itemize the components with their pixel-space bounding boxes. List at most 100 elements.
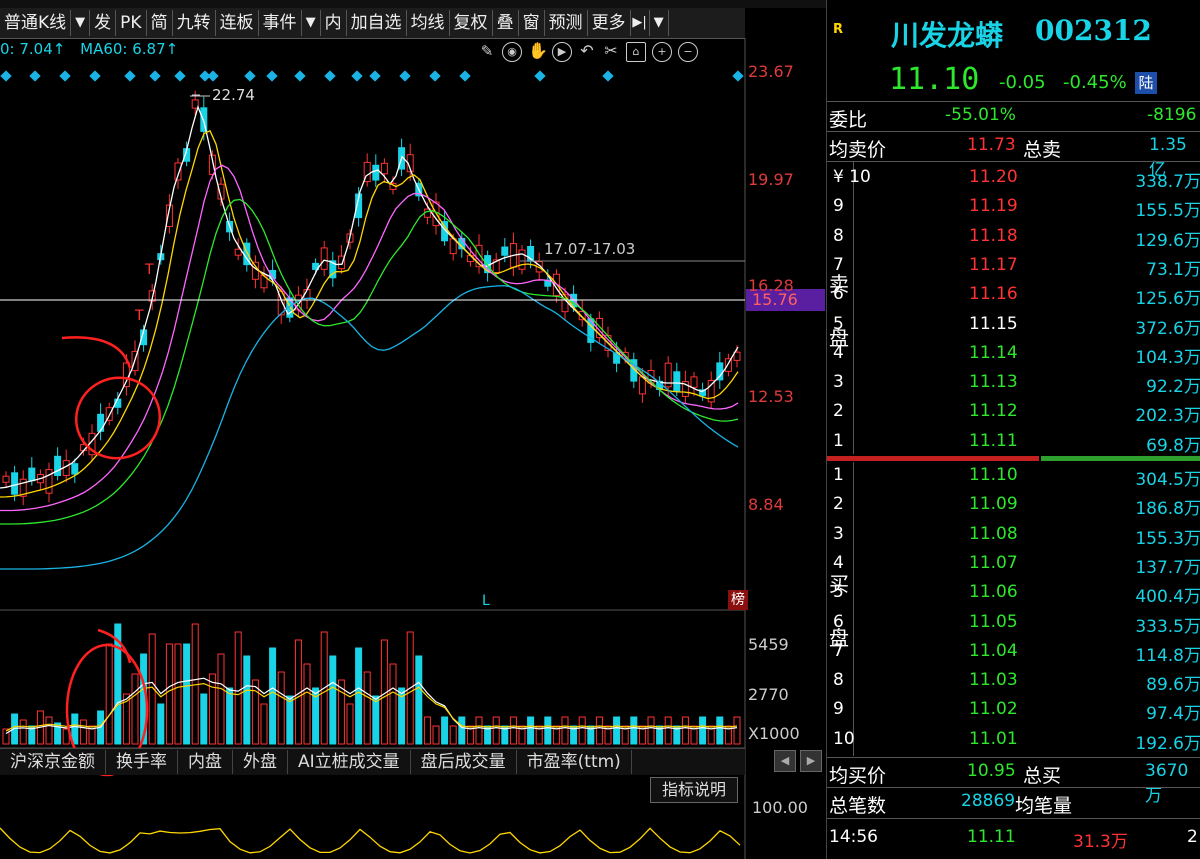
total-sell-label: 总卖 xyxy=(1023,139,1062,161)
buy-order-row[interactable]: 4 11.07 137.7万 xyxy=(827,550,1200,579)
events-dropdown[interactable]: ▼ xyxy=(302,10,321,36)
signal-diamond xyxy=(732,70,744,82)
volume-bar xyxy=(449,725,457,745)
candle-body xyxy=(191,99,199,109)
volume-bar xyxy=(681,716,689,745)
kline-type-dropdown[interactable]: ▼ xyxy=(71,10,91,36)
candle-body xyxy=(320,247,328,270)
zoom-in-icon[interactable]: + xyxy=(652,42,672,62)
tab-outer-volume[interactable]: 外盘 xyxy=(233,750,288,774)
buy-order-volume: 97.4万 xyxy=(1146,704,1200,725)
sell-order-level: 8 xyxy=(833,225,844,246)
publish-button[interactable]: 发 xyxy=(90,10,117,36)
sell-order-row[interactable]: 5 11.15 372.6万 xyxy=(827,311,1200,340)
sell-order-row[interactable]: 6 11.16 125.6万 xyxy=(827,281,1200,310)
adjust-button[interactable]: 复权 xyxy=(450,10,493,36)
signal-diamond xyxy=(324,70,336,82)
simple-button[interactable]: 简 xyxy=(147,10,173,36)
buy-order-row[interactable]: 8 11.03 89.6万 xyxy=(827,667,1200,696)
scissors-icon[interactable]: ✂ xyxy=(602,42,620,60)
trade-time: 14:56 xyxy=(829,827,878,847)
sell-order-level: 4 xyxy=(833,342,844,363)
sell-order-price: 11.12 xyxy=(969,401,1018,422)
nine-turn-button[interactable]: 九转 xyxy=(173,10,216,36)
volume-bar xyxy=(415,655,423,745)
pencil-icon[interactable]: ✎ xyxy=(478,42,496,60)
hand-icon[interactable]: ✋ xyxy=(528,42,548,60)
sell-order-volume: 155.5万 xyxy=(1135,201,1200,222)
sell-order-volume: 73.1万 xyxy=(1146,259,1200,280)
buy-order-row[interactable]: 1 11.10 304.5万 xyxy=(827,462,1200,491)
buy-order-row[interactable]: 7 11.04 114.8万 xyxy=(827,638,1200,667)
volume-bar xyxy=(260,703,268,745)
window-button[interactable]: 窗 xyxy=(519,10,545,36)
kline-type-button[interactable]: 普通K线 xyxy=(0,10,72,36)
lock-icon[interactable]: ⌂ xyxy=(626,42,646,62)
range-label: 17.07-17.03 xyxy=(544,240,636,258)
buy-order-row[interactable]: 5 11.06 400.4万 xyxy=(827,579,1200,608)
sell-order-level: 3 xyxy=(833,372,844,393)
tab-inner-volume[interactable]: 内盘 xyxy=(178,750,233,774)
buy-order-row[interactable]: 10 11.01 192.6万 xyxy=(827,726,1200,755)
kline-chart[interactable] xyxy=(0,38,826,859)
tab-after-hours-volume[interactable]: 盘后成交量 xyxy=(411,750,517,774)
indicator-explain-button[interactable]: 指标说明 xyxy=(650,777,738,803)
volume-bar xyxy=(716,716,724,745)
events-button[interactable]: 事件 xyxy=(259,10,302,36)
sell-order-row[interactable]: 4 11.14 104.3万 xyxy=(827,340,1200,369)
inner-button[interactable]: 内 xyxy=(321,10,347,36)
rank-badge[interactable]: 榜 xyxy=(728,590,748,610)
r-badge: R xyxy=(833,22,844,37)
eye-icon[interactable]: ◉ xyxy=(502,42,522,62)
price-axis-2: 19.97 xyxy=(748,170,794,189)
forecast-button[interactable]: 预测 xyxy=(545,10,588,36)
sell-order-row[interactable]: 2 11.12 202.3万 xyxy=(827,398,1200,427)
buy-order-row[interactable]: 9 11.02 97.4万 xyxy=(827,696,1200,725)
sell-order-row[interactable]: 7 11.17 73.1万 xyxy=(827,252,1200,281)
sell-order-row[interactable]: 9 11.19 155.5万 xyxy=(827,193,1200,222)
tab-turnover-amount[interactable]: 沪深京金额 xyxy=(0,750,106,774)
ratio-label: 委比 xyxy=(829,109,868,131)
volume-bar xyxy=(475,716,483,745)
buy-order-row[interactable]: 3 11.08 155.3万 xyxy=(827,521,1200,550)
buy-order-row[interactable]: 2 11.09 186.8万 xyxy=(827,491,1200,520)
pk-button[interactable]: PK xyxy=(116,10,147,36)
tab-ai-volume[interactable]: AI立桩成交量 xyxy=(288,750,411,774)
toolbar-dropdown[interactable]: ▼ xyxy=(650,10,669,36)
sell-order-row[interactable]: 3 11.13 92.2万 xyxy=(827,369,1200,398)
moving-average-button[interactable]: 均线 xyxy=(407,10,450,36)
trade-volume: 31.3万 xyxy=(1073,832,1128,852)
sell-order-level: 9 xyxy=(833,196,844,217)
sell-order-price: 11.17 xyxy=(969,254,1018,275)
avg-buy-row: 均买价 10.95 总买 3670万 xyxy=(827,758,1200,806)
ma-legend: 0: 7.04↑ MA60: 6.87↑ xyxy=(0,40,178,62)
buy-order-price: 11.10 xyxy=(969,465,1018,485)
buy-order-volume: 155.3万 xyxy=(1135,528,1200,549)
sell-order-row[interactable]: ¥ 10 11.20 338.7万 xyxy=(827,164,1200,193)
zoom-out-icon[interactable]: − xyxy=(678,42,698,62)
more-button[interactable]: 更多 xyxy=(588,10,631,36)
play-icon[interactable]: ▶ xyxy=(552,42,572,62)
undo-icon[interactable]: ↶ xyxy=(578,42,596,60)
exchange-badge[interactable]: 陆 xyxy=(1135,72,1157,94)
buy-order-volume: 333.5万 xyxy=(1135,616,1200,637)
tab-turnover-rate[interactable]: 换手率 xyxy=(106,750,178,774)
price-change: -0.05 xyxy=(999,72,1046,93)
buy-order-row[interactable]: 6 11.05 333.5万 xyxy=(827,609,1200,638)
tab-pe-ttm[interactable]: 市盈率(ttm) xyxy=(517,750,632,774)
volume-bar xyxy=(157,703,165,745)
overlay-button[interactable]: 叠 xyxy=(493,10,519,36)
sell-order-row[interactable]: 1 11.11 69.8万 xyxy=(827,428,1200,457)
trade-price: 11.11 xyxy=(967,827,1016,847)
play-end-icon[interactable]: ▶| xyxy=(631,10,650,36)
sell-order-row[interactable]: 8 11.18 129.6万 xyxy=(827,223,1200,252)
tabs-next-button[interactable]: ▶ xyxy=(800,750,822,772)
sell-order-volume: 129.6万 xyxy=(1135,230,1200,251)
add-watchlist-button[interactable]: 加自选 xyxy=(347,10,407,36)
tabs-prev-button[interactable]: ◀ xyxy=(774,750,796,772)
buy-order-level: 10 xyxy=(833,728,855,749)
ma-prefix: 0: 7.04↑ xyxy=(0,40,66,58)
limit-board-button[interactable]: 连板 xyxy=(216,10,259,36)
volume-bar xyxy=(2,728,10,745)
buy-order-level: 6 xyxy=(833,611,844,632)
